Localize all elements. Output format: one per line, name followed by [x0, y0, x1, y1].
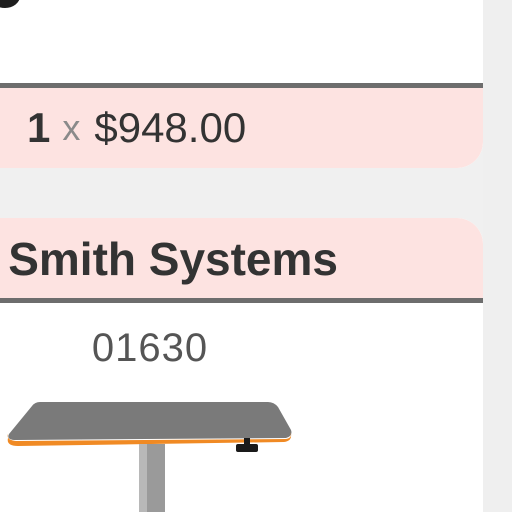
- product-image-partial: [0, 0, 20, 8]
- scrollbar-track[interactable]: [483, 0, 512, 512]
- brand-header: Smith Systems: [0, 218, 483, 298]
- line-price-bar: 1 x $948.00: [0, 88, 483, 168]
- table-top: [8, 402, 292, 440]
- quantity: 1: [27, 104, 51, 151]
- product-card[interactable]: Smith Systems 01630: [0, 218, 483, 512]
- product-sku: 01630: [91, 326, 209, 370]
- times-symbol: x: [62, 107, 81, 148]
- table-column-highlight: [139, 444, 147, 512]
- adjustable-table-image[interactable]: [0, 394, 300, 512]
- divider: [0, 298, 483, 303]
- cart-item-card-previous: 1 x $948.00: [0, 0, 483, 168]
- brand-name: Smith Systems: [8, 233, 338, 285]
- unit-price: $948.00: [94, 104, 247, 151]
- lever-mount: [244, 438, 250, 448]
